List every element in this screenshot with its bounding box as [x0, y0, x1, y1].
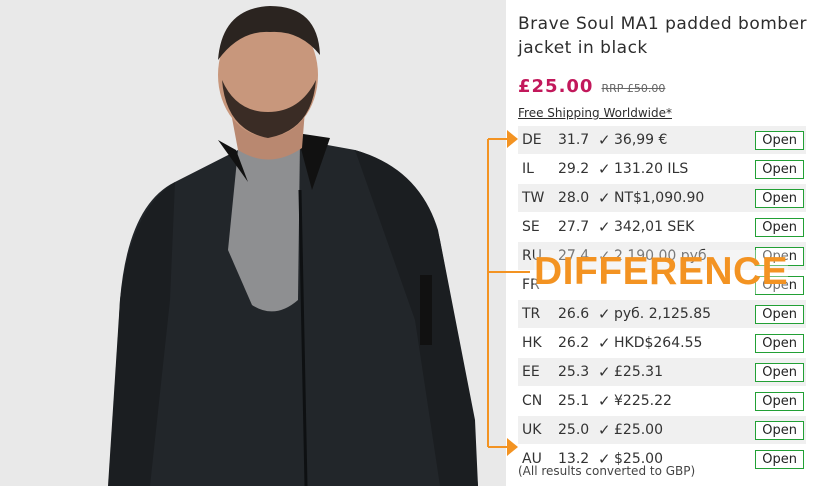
country-code: TW: [522, 190, 545, 206]
local-price: £25.00: [614, 422, 663, 438]
open-button[interactable]: Open: [755, 362, 804, 382]
local-price: 2 190,00 руб.: [614, 248, 712, 264]
open-button[interactable]: Open: [755, 275, 804, 295]
table-row: FR Open: [518, 271, 806, 300]
checkmark-icon: ✓: [598, 218, 611, 236]
local-price: ¥225.22: [614, 393, 672, 409]
open-button[interactable]: Open: [755, 304, 804, 324]
score-value: 26.2: [558, 335, 590, 351]
model-wearing-jacket-image: [0, 0, 506, 486]
local-price: HKD$264.55: [614, 335, 703, 351]
current-price: £25.00: [518, 76, 594, 97]
open-button[interactable]: Open: [755, 420, 804, 440]
open-button[interactable]: Open: [755, 130, 804, 150]
table-row: TR 26.6 ✓ руб. 2,125.85 Open: [518, 300, 806, 329]
open-button[interactable]: Open: [755, 246, 804, 266]
table-row: CN 25.1 ✓ ¥225.22 Open: [518, 387, 806, 416]
table-row: TW 28.0 ✓ NT$1,090.90 Open: [518, 184, 806, 213]
open-button[interactable]: Open: [755, 391, 804, 411]
product-photo: [0, 0, 506, 486]
local-price: 36,99 €: [614, 132, 668, 148]
rrp-price: RRP £50.00: [601, 82, 666, 95]
checkmark-icon: ✓: [598, 247, 611, 265]
table-row: DE 31.7 ✓ 36,99 € Open: [518, 126, 806, 155]
country-code: IL: [522, 161, 534, 177]
country-code: FR: [522, 277, 540, 293]
score-value: 25.0: [558, 422, 590, 438]
score-value: 31.7: [558, 132, 590, 148]
price-row: £25.00 RRP £50.00: [518, 76, 665, 97]
local-price: 131.20 ILS: [614, 161, 689, 177]
open-button[interactable]: Open: [755, 217, 804, 237]
open-button[interactable]: Open: [755, 333, 804, 353]
score-value: 25.1: [558, 393, 590, 409]
local-price: £25.31: [614, 364, 663, 380]
checkmark-icon: ✓: [598, 392, 611, 410]
open-button[interactable]: Open: [755, 188, 804, 208]
free-shipping-link[interactable]: Free Shipping Worldwide*: [518, 106, 672, 120]
checkmark-icon: ✓: [598, 305, 611, 323]
country-code: EE: [522, 364, 540, 380]
local-price: руб. 2,125.85: [614, 306, 712, 322]
checkmark-icon: ✓: [598, 334, 611, 352]
checkmark-icon: ✓: [598, 189, 611, 207]
country-code: SE: [522, 219, 540, 235]
table-row: RU 27.4 ✓ 2 190,00 руб. Open: [518, 242, 806, 271]
checkmark-icon: ✓: [598, 363, 611, 381]
score-value: 28.0: [558, 190, 590, 206]
score-value: 29.2: [558, 161, 590, 177]
score-value: 25.3: [558, 364, 590, 380]
checkmark-icon: ✓: [598, 421, 611, 439]
local-price: NT$1,090.90: [614, 190, 705, 206]
score-value: 27.7: [558, 219, 590, 235]
checkmark-icon: ✓: [598, 160, 611, 178]
country-code: DE: [522, 132, 542, 148]
score-value: 26.6: [558, 306, 590, 322]
checkmark-icon: ✓: [598, 131, 611, 149]
product-title: Brave Soul MA1 padded bomber jacket in b…: [518, 14, 808, 58]
country-code: UK: [522, 422, 542, 438]
price-comparison-table: DE 31.7 ✓ 36,99 € Open IL 29.2 ✓ 131.20 …: [518, 126, 806, 474]
table-row: HK 26.2 ✓ HKD$264.55 Open: [518, 329, 806, 358]
table-row: EE 25.3 ✓ £25.31 Open: [518, 358, 806, 387]
product-info-panel: Brave Soul MA1 padded bomber jacket in b…: [506, 0, 822, 486]
table-row: SE 27.7 ✓ 342,01 SEK Open: [518, 213, 806, 242]
country-code: CN: [522, 393, 543, 409]
table-row: UK 25.0 ✓ £25.00 Open: [518, 416, 806, 445]
conversion-note: (All results converted to GBP): [518, 464, 696, 478]
country-code: RU: [522, 248, 542, 264]
open-button[interactable]: Open: [755, 159, 804, 179]
local-price: 342,01 SEK: [614, 219, 695, 235]
country-code: HK: [522, 335, 542, 351]
score-value: 27.4: [558, 248, 590, 264]
country-code: TR: [522, 306, 541, 322]
table-row: IL 29.2 ✓ 131.20 ILS Open: [518, 155, 806, 184]
open-button[interactable]: Open: [755, 449, 804, 469]
